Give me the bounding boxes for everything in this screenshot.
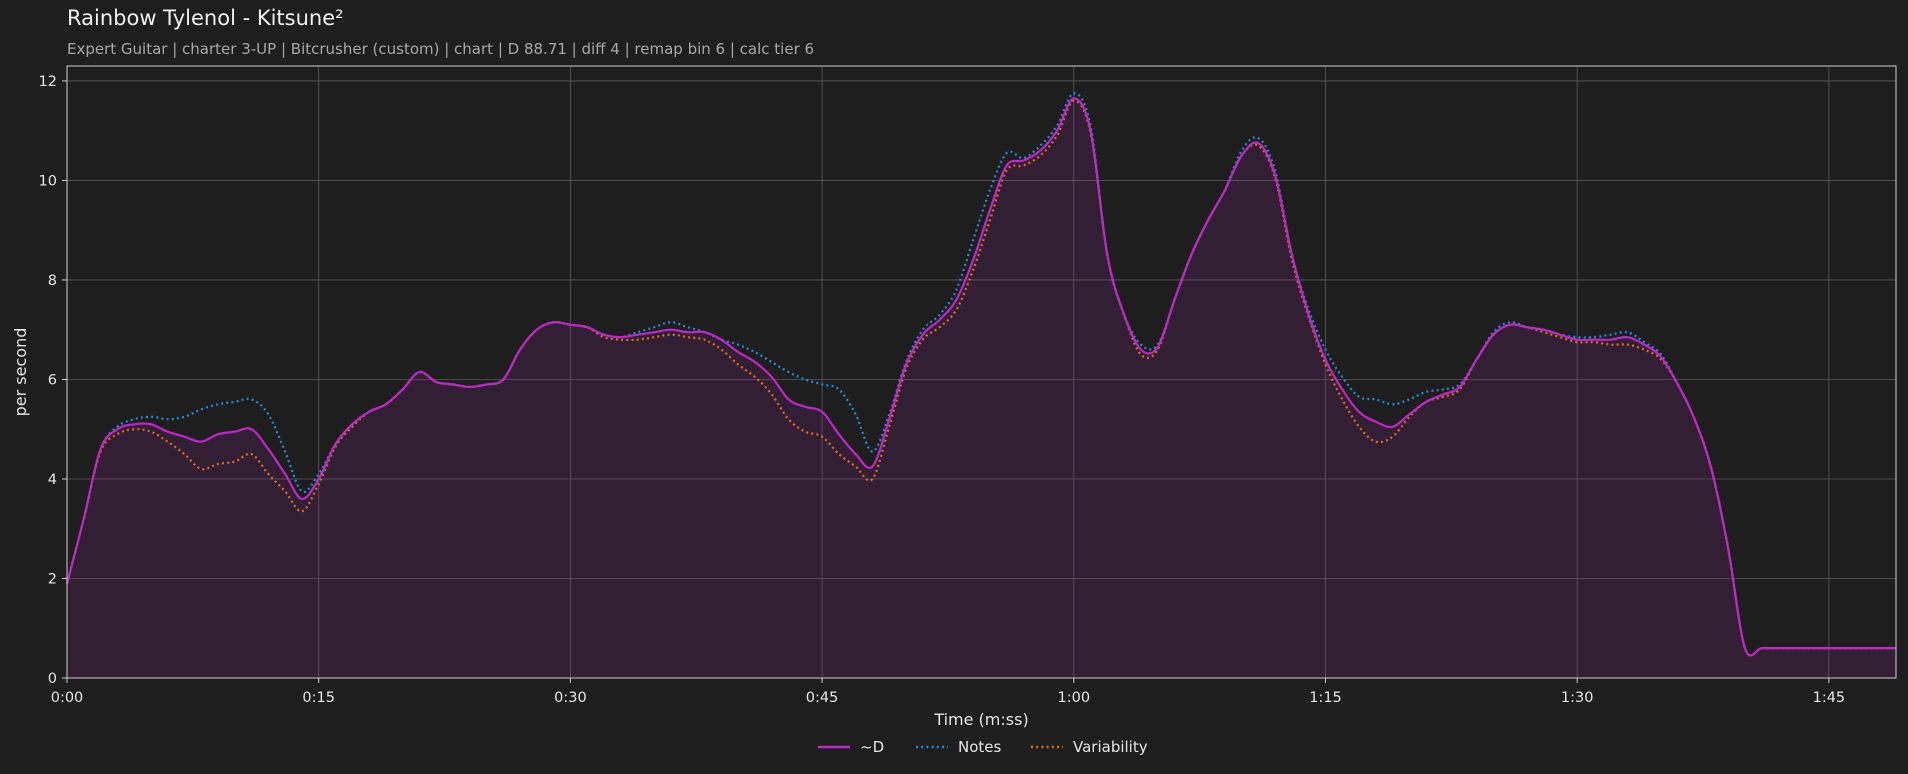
line-chart: 0 2 4 6 8 10 12 0:00 0:15 0:30 0:45 1:00 1:15 1:30 1:4… bbox=[11, 65, 1897, 756]
y-tick-label: 4 bbox=[48, 472, 57, 488]
x-tick-label: 1:30 bbox=[1561, 690, 1594, 706]
area-fill-d bbox=[67, 98, 1896, 679]
x-tick-label: 0:45 bbox=[806, 690, 839, 706]
x-tick-label: 1:45 bbox=[1813, 690, 1846, 706]
y-tick-label: 0 bbox=[48, 671, 57, 687]
x-tick-label: 0:30 bbox=[554, 690, 587, 706]
legend-label: Variability bbox=[1073, 738, 1148, 756]
x-tick-label: 0:00 bbox=[51, 690, 84, 706]
y-tick-label: 2 bbox=[48, 571, 57, 587]
x-tick-label: 1:00 bbox=[1058, 690, 1091, 706]
y-axis-label: per second bbox=[11, 328, 30, 417]
x-tick-label: 0:15 bbox=[302, 690, 335, 706]
y-tick-label: 10 bbox=[39, 173, 57, 189]
y-tick-label: 8 bbox=[48, 273, 57, 289]
y-tick-label: 6 bbox=[48, 372, 57, 388]
legend-label: ~D bbox=[860, 738, 884, 756]
legend-label: Notes bbox=[958, 738, 1002, 756]
x-tick-label: 1:15 bbox=[1309, 690, 1342, 706]
y-tick-label: 12 bbox=[39, 74, 57, 90]
x-axis-label: Time (m:ss) bbox=[933, 710, 1028, 729]
